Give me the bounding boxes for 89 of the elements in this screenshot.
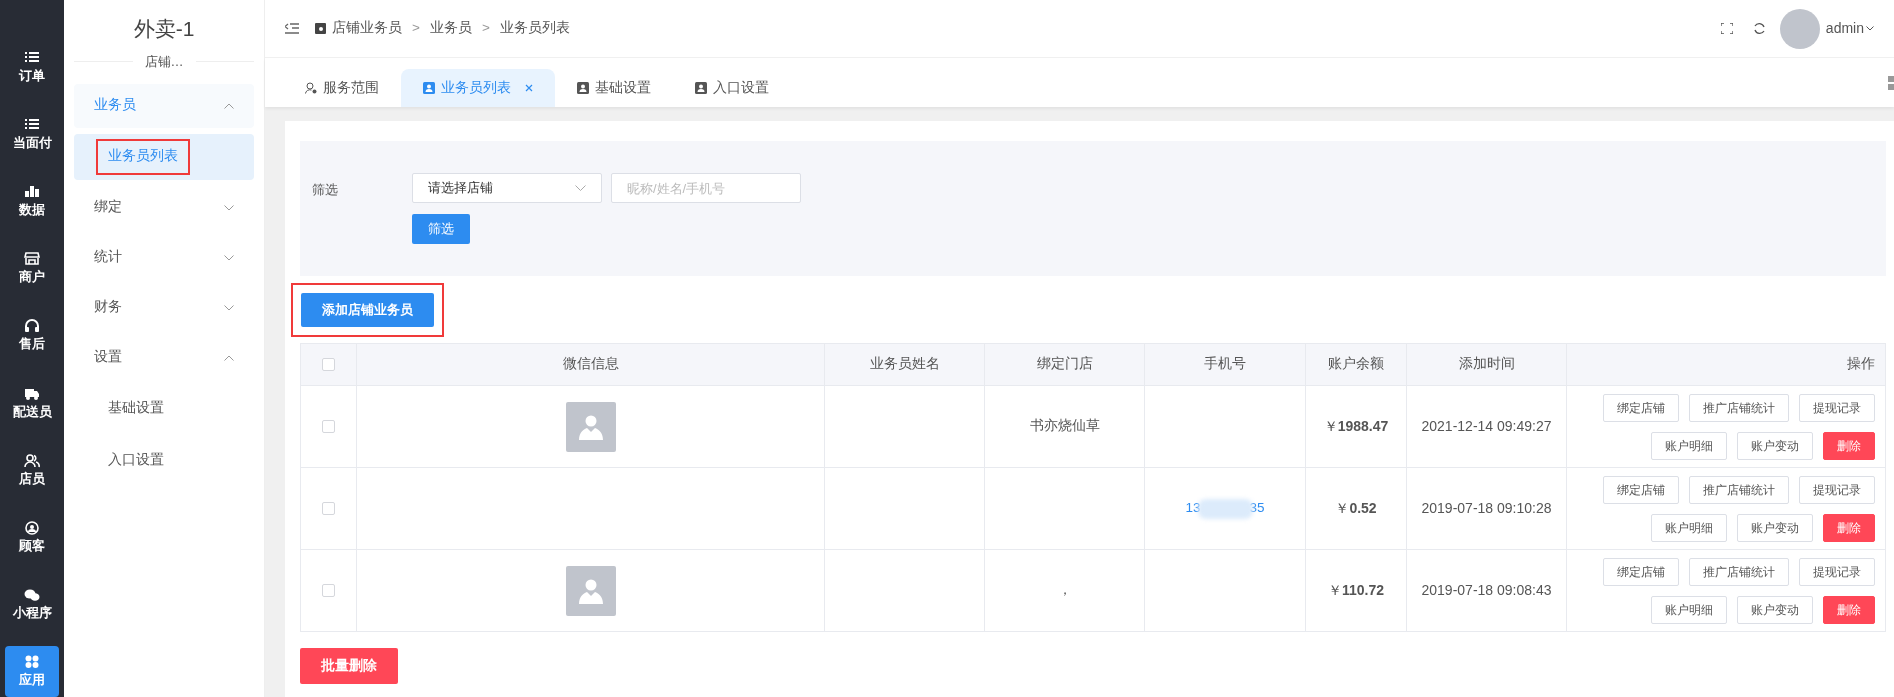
table-cell: ￥110.72 [1327, 581, 1385, 598]
grid-icon[interactable] [1888, 75, 1894, 90]
badge-icon [577, 82, 589, 94]
action-button[interactable]: 账户变动 [1737, 595, 1813, 624]
action-button[interactable]: 提现记录 [1799, 475, 1875, 504]
rail-item[interactable]: 数据 [5, 176, 59, 228]
chat-bubbles-icon [24, 587, 40, 602]
column-header: 绑定门店 [1036, 356, 1093, 372]
action-button[interactable]: 推广店铺统计 [1689, 475, 1789, 504]
rail-item[interactable]: 售后 [5, 310, 59, 362]
table-cell: 2019-07-18 09:08:43 [1421, 581, 1552, 598]
action-button[interactable]: 推广店铺统计 [1689, 557, 1789, 586]
table-cell: 书亦烧仙草 [1029, 418, 1100, 434]
user-circle-icon [24, 520, 40, 535]
rail-item[interactable]: 商户 [5, 243, 59, 295]
menu-group[interactable]: 财务 [74, 285, 254, 330]
badge-icon [423, 82, 435, 94]
chevron-down-icon [224, 204, 234, 211]
users-icon [24, 453, 40, 468]
store-title: 外卖-1 [133, 16, 195, 42]
filter-label: 筛选 [312, 181, 339, 199]
rail-item[interactable]: 配送员 [5, 377, 59, 429]
table-cell: 2019-07-18 09:10:28 [1421, 499, 1552, 516]
badge-icon [695, 82, 707, 94]
column-header: 操作 [1847, 356, 1875, 372]
chevron-down-icon [1866, 26, 1874, 31]
chevron-down-icon [224, 254, 234, 261]
action-button[interactable]: 绑定店铺 [1603, 475, 1679, 504]
rail-item[interactable]: 订单 [5, 42, 59, 94]
column-header: 手机号 [1204, 356, 1246, 372]
avatar[interactable] [1779, 8, 1820, 49]
menu-group[interactable]: 绑定 [74, 185, 254, 230]
rail-item[interactable]: 当面付 [5, 109, 59, 161]
rail-item[interactable]: 小程序 [5, 578, 59, 630]
action-button[interactable]: 账户变动 [1737, 513, 1813, 542]
store-select[interactable]: 请选择店铺 [412, 173, 602, 203]
tab[interactable]: 基础设置 [555, 69, 673, 107]
chevron-up-icon [224, 102, 234, 109]
action-button[interactable]: 提现记录 [1799, 557, 1875, 586]
menu-group[interactable]: 设置 [74, 335, 254, 380]
table-cell: ￥1988.47 [1323, 417, 1389, 434]
breadcrumb-item[interactable]: 店铺业务员 [332, 18, 402, 39]
action-button[interactable]: 账户明细 [1651, 595, 1727, 624]
refresh-icon[interactable] [1752, 22, 1766, 35]
breadcrumb-separator: > [412, 19, 420, 38]
table-cell: ， [1057, 582, 1072, 598]
action-button[interactable]: 推广店铺统计 [1689, 393, 1789, 422]
badge-icon [315, 23, 326, 34]
action-button[interactable]: 绑定店铺 [1603, 557, 1679, 586]
fullscreen-icon[interactable] [1720, 23, 1733, 34]
breadcrumb-item[interactable]: 业务员 [429, 18, 472, 39]
bar-chart-icon [24, 185, 40, 200]
truck-icon [24, 386, 40, 401]
menu-item[interactable]: 基础设置 [96, 390, 176, 427]
collapse-menu-icon[interactable] [285, 22, 299, 35]
action-button[interactable]: 绑定店铺 [1603, 393, 1679, 422]
breadcrumb-separator: > [481, 19, 490, 38]
user-gear-icon [305, 82, 317, 94]
rail-item[interactable]: 店员 [5, 444, 59, 496]
menu-item[interactable]: 入口设置 [96, 442, 176, 479]
chevron-down-icon [224, 304, 234, 311]
table-cell: 2021-12-14 09:49:27 [1421, 417, 1552, 434]
column-header: 账户余额 [1328, 356, 1384, 372]
action-button[interactable]: 账户明细 [1651, 431, 1727, 460]
checkbox[interactable] [322, 358, 335, 371]
column-header: 业务员姓名 [869, 356, 940, 372]
checkbox[interactable] [322, 584, 335, 597]
column-header: 微信信息 [562, 356, 619, 372]
checkbox[interactable] [322, 502, 335, 515]
headset-icon [24, 319, 40, 334]
checkbox[interactable] [322, 420, 335, 433]
chevron-up-icon [224, 354, 234, 361]
table-cell: ￥0.52 [1335, 499, 1377, 516]
breadcrumb-item[interactable]: 业务员列表 [499, 18, 570, 39]
menu-group[interactable]: 统计 [74, 235, 254, 280]
tab[interactable]: 服务范围 [283, 69, 401, 107]
action-button[interactable]: 账户变动 [1737, 431, 1813, 460]
search-field[interactable]: 昵称/姓名/手机号 [611, 173, 801, 203]
user-menu[interactable]: admin [1825, 18, 1864, 39]
action-button[interactable]: 账户明细 [1651, 513, 1727, 542]
apps-icon [24, 654, 40, 669]
action-button[interactable]: 提现记录 [1799, 393, 1875, 422]
close-icon[interactable] [525, 84, 533, 92]
store-subtitle: 店铺… [143, 53, 185, 71]
tab[interactable]: 入口设置 [673, 69, 791, 107]
column-header: 添加时间 [1458, 356, 1515, 372]
rail-item[interactable]: 顾客 [5, 511, 59, 563]
chevron-down-icon [575, 185, 586, 191]
shop-icon [24, 252, 40, 267]
